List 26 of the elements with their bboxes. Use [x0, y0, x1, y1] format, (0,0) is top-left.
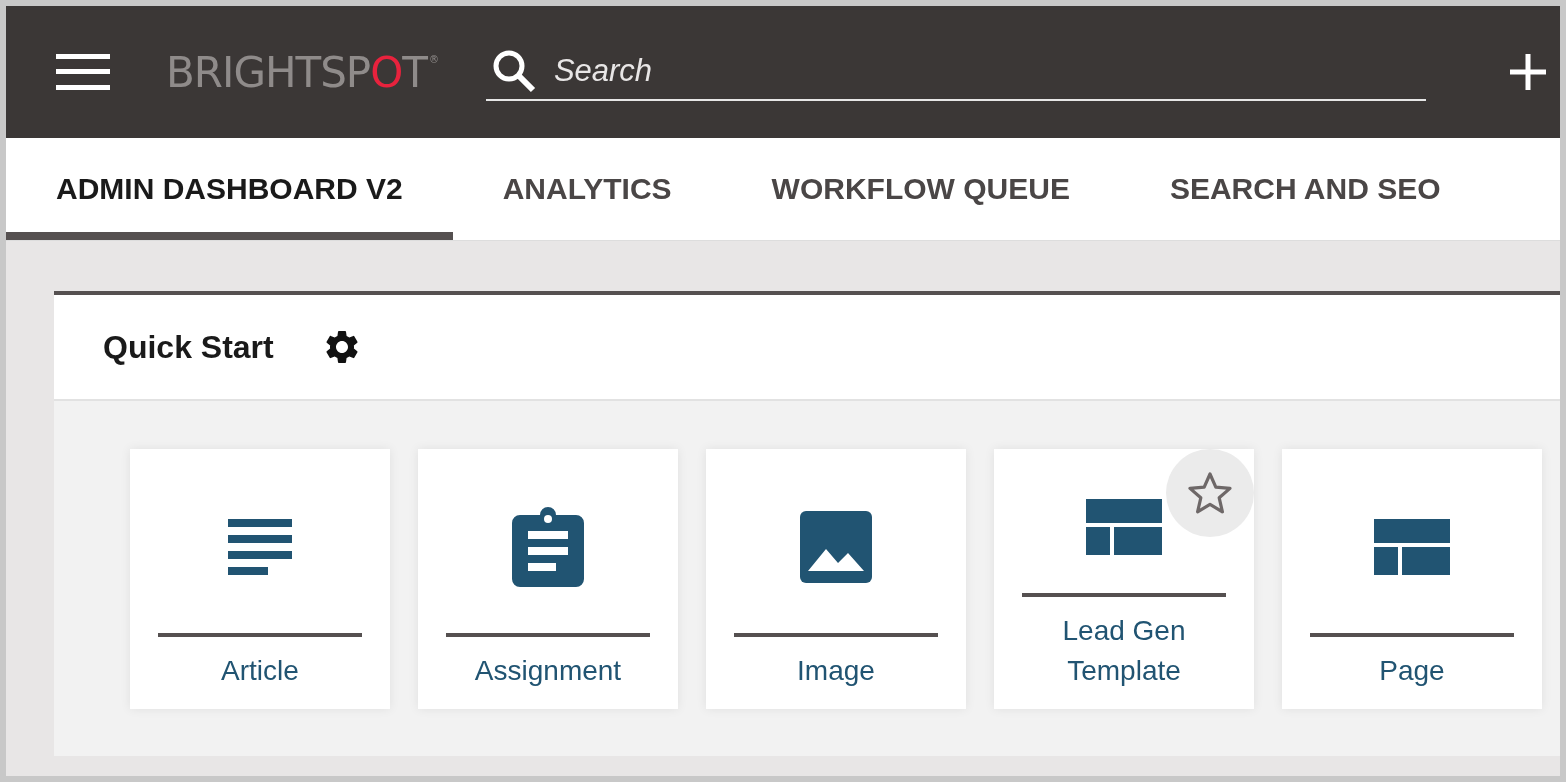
tile-label[interactable]: Lead Gen Template: [1022, 611, 1226, 691]
add-button[interactable]: [1510, 54, 1546, 90]
panel-title: Quick Start: [103, 328, 274, 366]
text-lines-icon: [228, 519, 292, 575]
tile-label[interactable]: Article: [191, 651, 329, 691]
content-type-tile[interactable]: Assignment: [418, 449, 678, 709]
content-type-tile[interactable]: Page: [1282, 449, 1542, 709]
menu-icon[interactable]: [56, 54, 110, 90]
image-icon: [800, 511, 872, 583]
tab[interactable]: ADMIN DASHBOARD V2: [6, 138, 453, 240]
content-type-tile[interactable]: Article: [130, 449, 390, 709]
tab[interactable]: SEARCH AND SEO: [1119, 138, 1491, 240]
tab[interactable]: WORKFLOW QUEUE: [721, 138, 1120, 240]
content-type-tile[interactable]: Lead Gen Template: [994, 449, 1254, 709]
layout-icon: [1374, 519, 1450, 575]
tile-label[interactable]: Image: [767, 651, 905, 691]
tile-label[interactable]: Page: [1349, 651, 1475, 691]
clipboard-icon: [512, 507, 584, 587]
content-type-tile[interactable]: Image: [706, 449, 966, 709]
search-icon: [491, 49, 536, 93]
logo[interactable]: BRIGHTSPOT®: [166, 47, 438, 97]
tab[interactable]: ANALYTICS: [452, 138, 722, 240]
search-field[interactable]: Search: [551, 52, 1420, 90]
star-icon: [1186, 470, 1234, 516]
tile-label[interactable]: Assignment: [444, 651, 652, 691]
layout-icon: [1086, 499, 1162, 555]
